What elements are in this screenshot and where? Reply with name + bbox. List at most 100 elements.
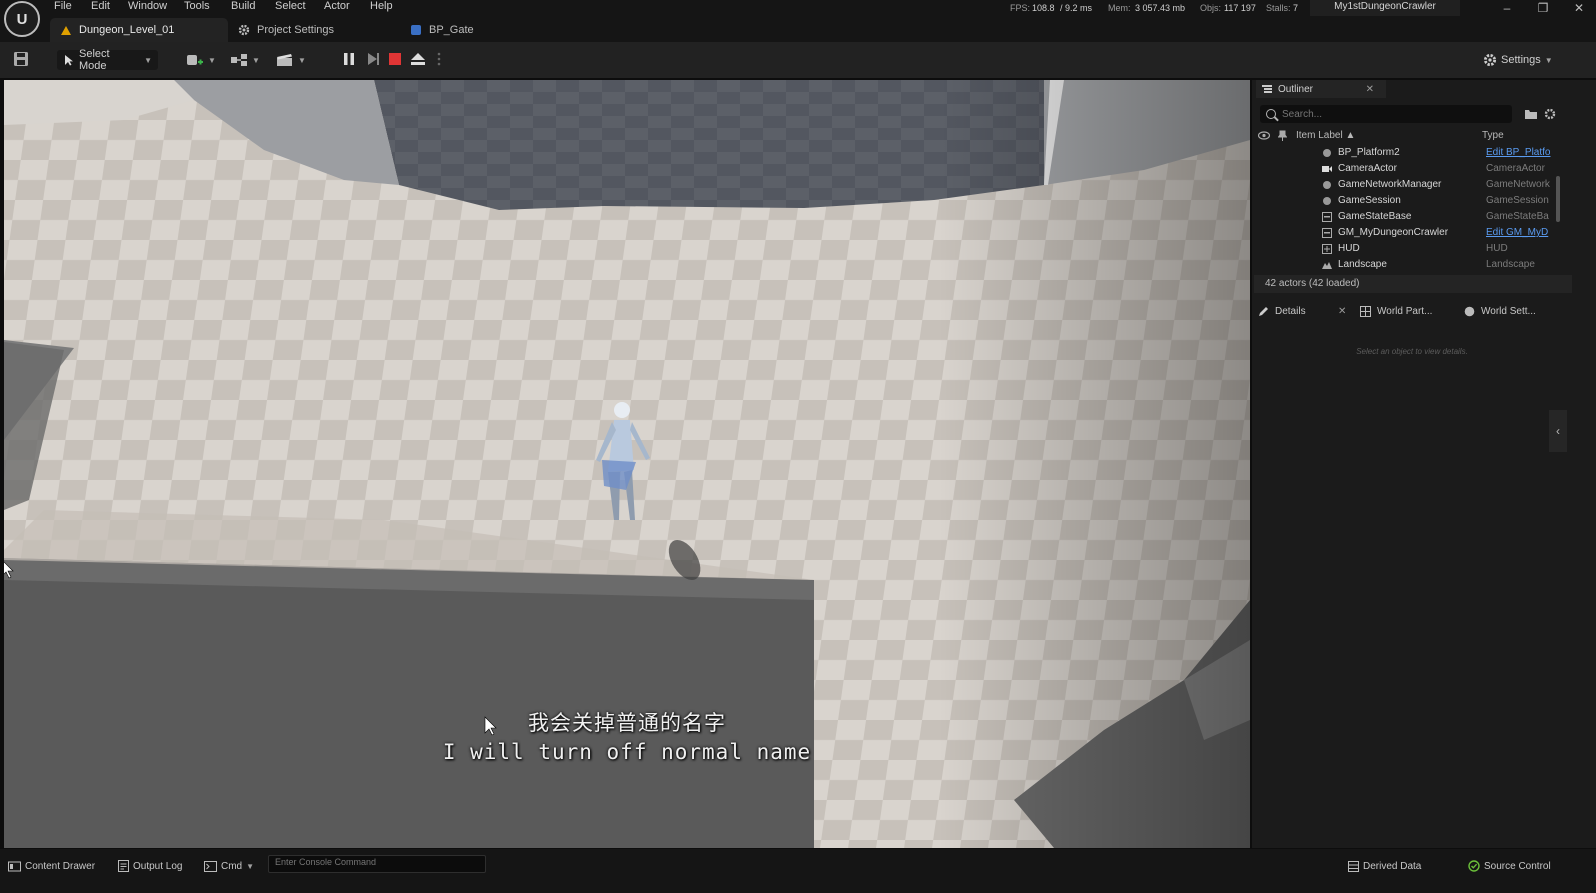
level-viewport[interactable]: 我会关掉普通的名字 I will turn off normal name [4,80,1250,848]
console-command-input[interactable] [269,857,469,867]
tab-world-settings[interactable]: World Sett... [1464,302,1536,320]
row-label: BP_Platform2 [1338,147,1400,158]
outliner-row[interactable]: GM_MyDungeonCrawler Edit GM_MyD [1254,225,1560,241]
outliner-scrollbar[interactable] [1556,176,1560,222]
cinematics-button[interactable]: ▼ [276,50,306,70]
outliner-tab[interactable]: Outliner ✕ [1256,80,1386,98]
derived-data-button[interactable]: Derived Data [1348,857,1421,875]
tab-details[interactable]: Details [1258,302,1306,320]
world-settings-tab-label: World Sett... [1481,305,1536,317]
project-name: My1stDungeonCrawler [1310,0,1460,16]
eye-icon[interactable] [1258,131,1270,140]
pause-icon[interactable] [343,52,355,66]
outliner-row[interactable]: HUD HUD [1254,241,1560,257]
menu-build[interactable]: Build [231,0,255,12]
mem-label: Mem: [1108,3,1131,13]
chevron-down-icon: ▼ [298,55,306,65]
restore-icon[interactable]: ❐ [1526,0,1560,16]
minimize-icon[interactable]: – [1490,0,1524,16]
row-label: Landscape [1338,259,1387,270]
console-command-field[interactable] [268,855,486,873]
gear-icon [1483,53,1497,67]
settings-button[interactable]: Settings ▼ [1483,50,1553,70]
outliner-title: Outliner [1278,83,1314,95]
hud-icon [1322,244,1332,254]
cmd-dropdown[interactable]: Cmd ▼ [204,857,254,875]
tab-dungeon-level[interactable]: Dungeon_Level_01 [50,18,228,42]
tab-project-settings[interactable]: Project Settings [228,18,398,42]
frame-ms: / 9.2 ms [1060,3,1093,13]
row-type: Landscape [1486,259,1535,270]
globe-icon [1464,306,1475,316]
add-actor-button[interactable]: ▼ [186,50,216,70]
clapperboard-icon [277,54,292,66]
add-folder-icon[interactable] [1524,108,1538,120]
outliner-row[interactable]: GameStateBase GameStateBa [1254,209,1560,225]
step-forward-icon[interactable] [366,52,380,66]
subtitle-english: I will turn off normal name [442,740,812,764]
save-icon[interactable] [12,51,30,67]
type-column[interactable]: Type [1482,130,1504,141]
info-icon [1322,212,1332,222]
source-control-label: Source Control [1484,860,1551,872]
pin-icon[interactable] [1278,130,1287,141]
gear-icon[interactable] [1544,108,1556,120]
unreal-logo-icon[interactable]: U [4,1,40,37]
database-icon [1348,860,1359,872]
mem-value: 3 057.43 mb [1135,3,1186,13]
output-log-button[interactable]: Output Log [118,857,182,875]
close-window-icon[interactable]: ✕ [1562,0,1596,16]
chevron-left-icon[interactable]: ‹ [1549,410,1567,452]
actor-icon [1323,149,1331,157]
fps-label: FPS: [1010,3,1031,13]
outliner-row[interactable]: Landscape Landscape [1254,257,1560,273]
menu-actor[interactable]: Actor [324,0,350,12]
outliner-search[interactable] [1260,105,1512,123]
row-type-link[interactable]: Edit BP_Platfo [1486,145,1556,161]
more-options-icon[interactable] [436,52,442,66]
content-drawer-button[interactable]: Content Drawer [8,857,95,875]
row-label: CameraActor [1338,163,1397,174]
blueprints-button[interactable]: ▼ [230,50,260,70]
select-mode-label: Select Mode [78,48,110,72]
tab-bp-gate[interactable]: BP_Gate [400,18,520,42]
menu-window[interactable]: Window [128,0,167,12]
row-type: GameStateBa [1486,211,1549,222]
cursor-icon [64,55,73,66]
chevron-down-icon: ▼ [208,55,216,65]
actor-icon [1323,197,1331,205]
menu-help[interactable]: Help [370,0,393,12]
chevron-down-icon: ▼ [246,861,255,871]
close-icon[interactable]: ✕ [1366,84,1374,95]
outliner-row[interactable]: BP_Platform2 Edit BP_Platfo [1254,145,1560,161]
outliner-row[interactable]: CameraActor CameraActor [1254,161,1560,177]
gear-icon [238,24,250,36]
outliner-icon [1262,85,1272,93]
close-icon[interactable]: ✕ [1338,306,1346,317]
tab-world-partition[interactable]: World Part... [1360,302,1432,320]
row-label: GM_MyDungeonCrawler [1338,227,1449,238]
row-type: GameNetwork [1486,179,1550,190]
chevron-down-icon: ▼ [144,55,152,65]
select-mode-dropdown[interactable]: Select Mode ▼ [57,48,158,72]
log-icon [118,860,129,872]
output-log-label: Output Log [133,860,183,872]
row-type-link[interactable]: Edit GM_MyD [1486,225,1556,241]
item-label-column[interactable]: Item Label ▲ [1296,130,1355,141]
source-control-button[interactable]: Source Control [1468,857,1551,875]
tab-label: Dungeon_Level_01 [79,24,175,36]
objs-label: Objs: [1200,3,1222,13]
menu-edit[interactable]: Edit [91,0,110,12]
search-input[interactable] [1282,108,1502,120]
menu-file[interactable]: File [54,0,72,12]
eject-icon[interactable] [410,52,426,66]
menu-tools[interactable]: Tools [184,0,210,12]
details-tab-label: Details [1275,305,1306,317]
level-icon [61,26,71,35]
outliner-row[interactable]: GameNetworkManager GameNetwork [1254,177,1560,193]
row-label: GameSession [1338,195,1401,206]
menu-select[interactable]: Select [275,0,306,12]
outliner-row[interactable]: GameSession GameSession [1254,193,1560,209]
row-type: GameSession [1486,195,1549,206]
stop-icon[interactable] [388,52,402,66]
